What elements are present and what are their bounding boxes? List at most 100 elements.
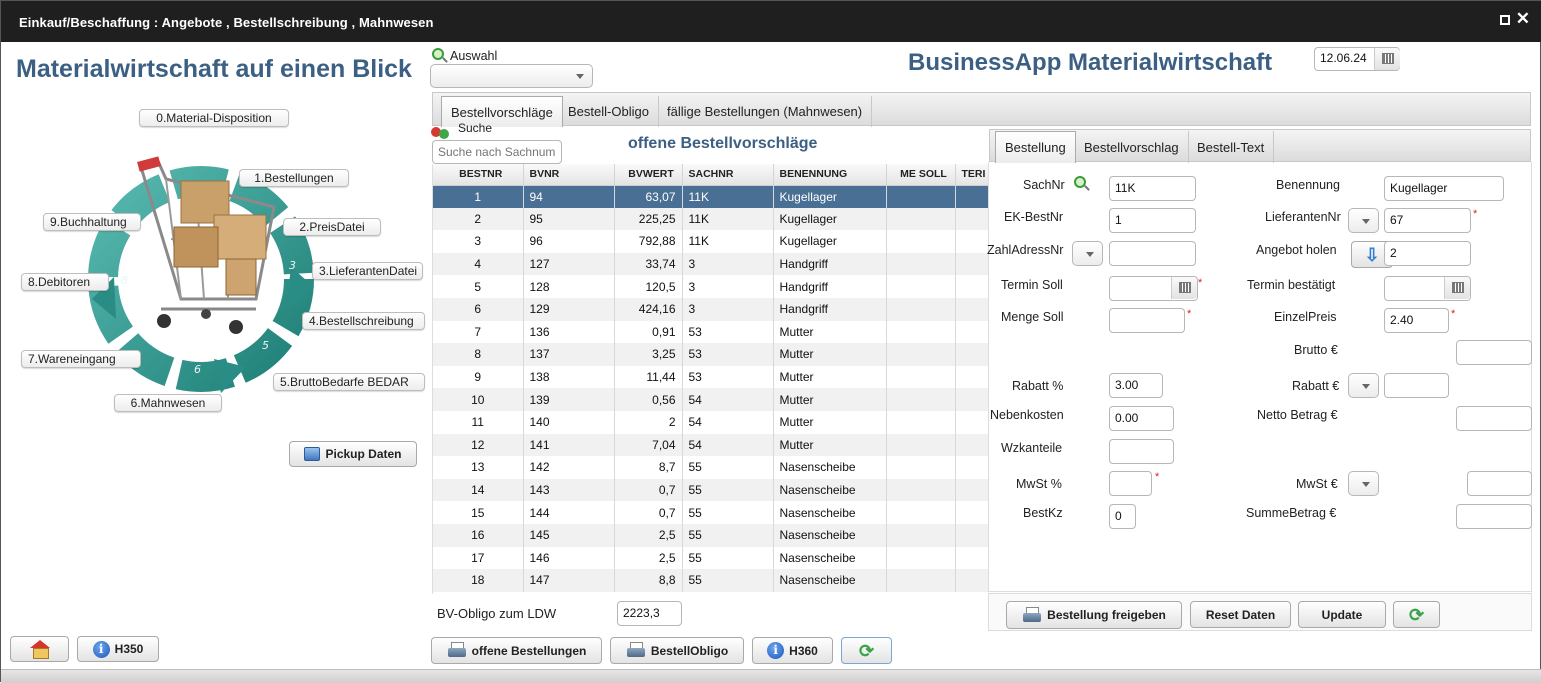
ekbestnr-field[interactable]: 1 <box>1109 208 1196 233</box>
benennung-field[interactable]: Kugellager <box>1384 176 1504 201</box>
close-icon[interactable]: ✕ <box>1516 10 1530 28</box>
table-row[interactable]: 13 142 8,7 55 Nasenscheibe <box>433 456 988 479</box>
col-header-bvnr[interactable]: BVNR <box>523 164 615 186</box>
refresh-list-button[interactable]: ⟳ <box>841 637 892 664</box>
mwst-eur-dropdown[interactable] <box>1348 471 1379 496</box>
table-row[interactable]: 8 137 3,25 53 Mutter <box>433 343 988 366</box>
label-einzelpreis: EinzelPreis <box>1274 310 1337 324</box>
table-row[interactable]: 5 128 120,5 3 Handgriff <box>433 275 988 298</box>
info-h360-button[interactable]: i H360 <box>752 637 833 664</box>
home-button[interactable] <box>10 636 69 662</box>
table-row[interactable]: 10 139 0,56 54 Mutter <box>433 388 988 411</box>
table-row[interactable]: 11 140 2 54 Mutter <box>433 410 988 434</box>
obligo-value-field: 2223,3 <box>617 601 682 626</box>
mwst-pct-field[interactable] <box>1109 471 1152 496</box>
zahladress-dropdown[interactable] <box>1072 241 1103 266</box>
tab-bestell-obligo[interactable]: Bestell-Obligo <box>559 96 659 127</box>
rabatt-eur-field[interactable] <box>1384 373 1449 398</box>
table-row[interactable]: 6 129 424,16 3 Handgriff <box>433 297 988 321</box>
suche-input[interactable] <box>432 140 562 164</box>
table-row[interactable]: 7 136 0,91 53 Mutter <box>433 320 988 344</box>
offene-bestellungen-button[interactable]: offene Bestellungen <box>431 637 602 664</box>
table-row[interactable]: 16 145 2,5 55 Nasenscheibe <box>433 523 988 547</box>
summe-betrag-field[interactable] <box>1456 504 1532 529</box>
table-cell <box>886 456 956 479</box>
refresh-form-button[interactable]: ⟳ <box>1393 601 1440 628</box>
update-button[interactable]: Update <box>1298 601 1386 628</box>
auswahl-dropdown[interactable] <box>430 64 593 88</box>
node-debitoren[interactable]: 8.Debitoren <box>21 273 109 291</box>
update-label: Update <box>1321 607 1363 622</box>
einzelpreis-field[interactable]: 2.40 <box>1384 308 1449 333</box>
node-wareneingang[interactable]: 7.Wareneingang <box>21 350 141 368</box>
mwst-eur-field[interactable] <box>1467 471 1532 496</box>
table-body: 1 94 63,07 11K Kugellager 2 95 225,25 11K Kugella… <box>433 185 988 592</box>
col-header-sachnr[interactable]: SACHNR <box>682 164 774 186</box>
table-row[interactable]: 14 143 0,7 55 Nasenscheibe <box>433 478 988 502</box>
lieferantennr-field[interactable]: 67 <box>1384 208 1471 233</box>
suche-label: Suche <box>458 121 493 135</box>
col-header-termin[interactable]: TERI <box>955 164 988 186</box>
table-row[interactable]: 12 141 7,04 54 Mutter <box>433 433 988 457</box>
bestellobligo-button[interactable]: BestellObligo <box>610 637 744 664</box>
sachnr-search-icon[interactable] <box>1074 176 1086 188</box>
info-icon: i <box>92 640 110 658</box>
col-header-me-soll[interactable]: ME SOLL <box>886 164 956 186</box>
node-bestellungen[interactable]: 1.Bestellungen <box>239 169 349 187</box>
tab-bestell-text[interactable]: Bestell-Text <box>1188 131 1275 163</box>
tab-bestellung[interactable]: Bestellung <box>995 131 1076 163</box>
node-material-disposition[interactable]: 0.Material-Disposition <box>139 109 289 127</box>
nebenkosten-field[interactable]: 0.00 <box>1109 406 1174 431</box>
table-row[interactable]: 17 146 2,5 55 Nasenscheibe <box>433 546 988 570</box>
node-buchhaltung[interactable]: 9.Buchhaltung <box>43 213 141 231</box>
table-cell: 0,7 <box>614 501 683 524</box>
table-cell: 147 <box>523 569 615 592</box>
table-cell: Nasenscheibe <box>773 456 887 479</box>
node-bruttobedarfe[interactable]: 5.BruttoBedarfe BEDAR <box>273 373 425 391</box>
table-row[interactable]: 1 94 63,07 11K Kugellager <box>433 185 988 208</box>
node-bestellschreibung[interactable]: 4.Bestellschreibung <box>302 312 425 330</box>
table-row[interactable]: 3 96 792,88 11K Kugellager <box>433 230 988 253</box>
col-header-bestnr[interactable]: BESTNR <box>433 164 524 186</box>
table-row[interactable]: 18 147 8,8 55 Nasenscheibe <box>433 569 988 592</box>
table-row[interactable]: 4 127 33,74 3 Handgriff <box>433 252 988 276</box>
tab-faellige-bestellungen[interactable]: fällige Bestellungen (Mahnwesen) <box>658 96 873 127</box>
pickup-daten-button[interactable]: Pickup Daten <box>289 441 417 467</box>
zahladress-field[interactable] <box>1109 241 1196 266</box>
table-row[interactable]: 9 138 11,44 53 Mutter <box>433 365 988 389</box>
tab-bestellvorschlag[interactable]: Bestellvorschlag <box>1075 131 1189 163</box>
menge-soll-field[interactable] <box>1109 308 1185 333</box>
termin-soll-calendar-icon[interactable] <box>1171 277 1197 299</box>
node-lieferantendatei[interactable]: 3.LieferantenDatei <box>312 262 423 280</box>
table-cell <box>955 501 988 524</box>
brutto-field[interactable] <box>1456 340 1532 365</box>
wzkanteile-field[interactable] <box>1109 439 1174 464</box>
termin-bestaetigt-calendar-icon[interactable] <box>1444 277 1470 299</box>
lieferant-dropdown[interactable] <box>1348 208 1379 233</box>
maximize-icon[interactable] <box>1500 15 1510 25</box>
table-row[interactable]: 15 144 0,7 55 Nasenscheibe <box>433 501 988 524</box>
rabatt-eur-dropdown[interactable] <box>1348 373 1379 398</box>
col-header-benennung[interactable]: BENENNUNG <box>773 164 887 186</box>
label-rabatt-pct: Rabatt % <box>1012 379 1064 393</box>
node-mahnwesen[interactable]: 6.Mahnwesen <box>114 394 222 412</box>
date-calendar-icon[interactable] <box>1374 48 1400 70</box>
angebot-field[interactable]: 2 <box>1384 241 1471 266</box>
table-cell <box>955 410 988 434</box>
table-cell: Handgriff <box>773 297 887 321</box>
netto-betrag-field[interactable] <box>1456 406 1532 431</box>
node-preisdatei[interactable]: 2.PreisDatei <box>283 218 381 236</box>
table-row[interactable]: 2 95 225,25 11K Kugellager <box>433 207 988 231</box>
rabatt-pct-field[interactable]: 3.00 <box>1109 373 1163 398</box>
reset-daten-button[interactable]: Reset Daten <box>1190 601 1291 628</box>
bestkz-field[interactable]: 0 <box>1109 504 1136 529</box>
table-cell: 55 <box>682 501 774 524</box>
label-summe-betrag: SummeBetrag € <box>1246 506 1337 520</box>
label-zahladressnr: ZahlAdressNr <box>987 243 1064 257</box>
sachnr-field[interactable]: 11K <box>1109 176 1196 201</box>
bestellung-freigeben-button[interactable]: Bestellung freigeben <box>1006 601 1182 629</box>
info-h350-button[interactable]: i H350 <box>77 636 159 662</box>
cycle-number-3: 3 <box>289 259 296 272</box>
table-cell: 5 <box>433 275 524 298</box>
col-header-bvwert[interactable]: BVWERT <box>614 164 683 186</box>
